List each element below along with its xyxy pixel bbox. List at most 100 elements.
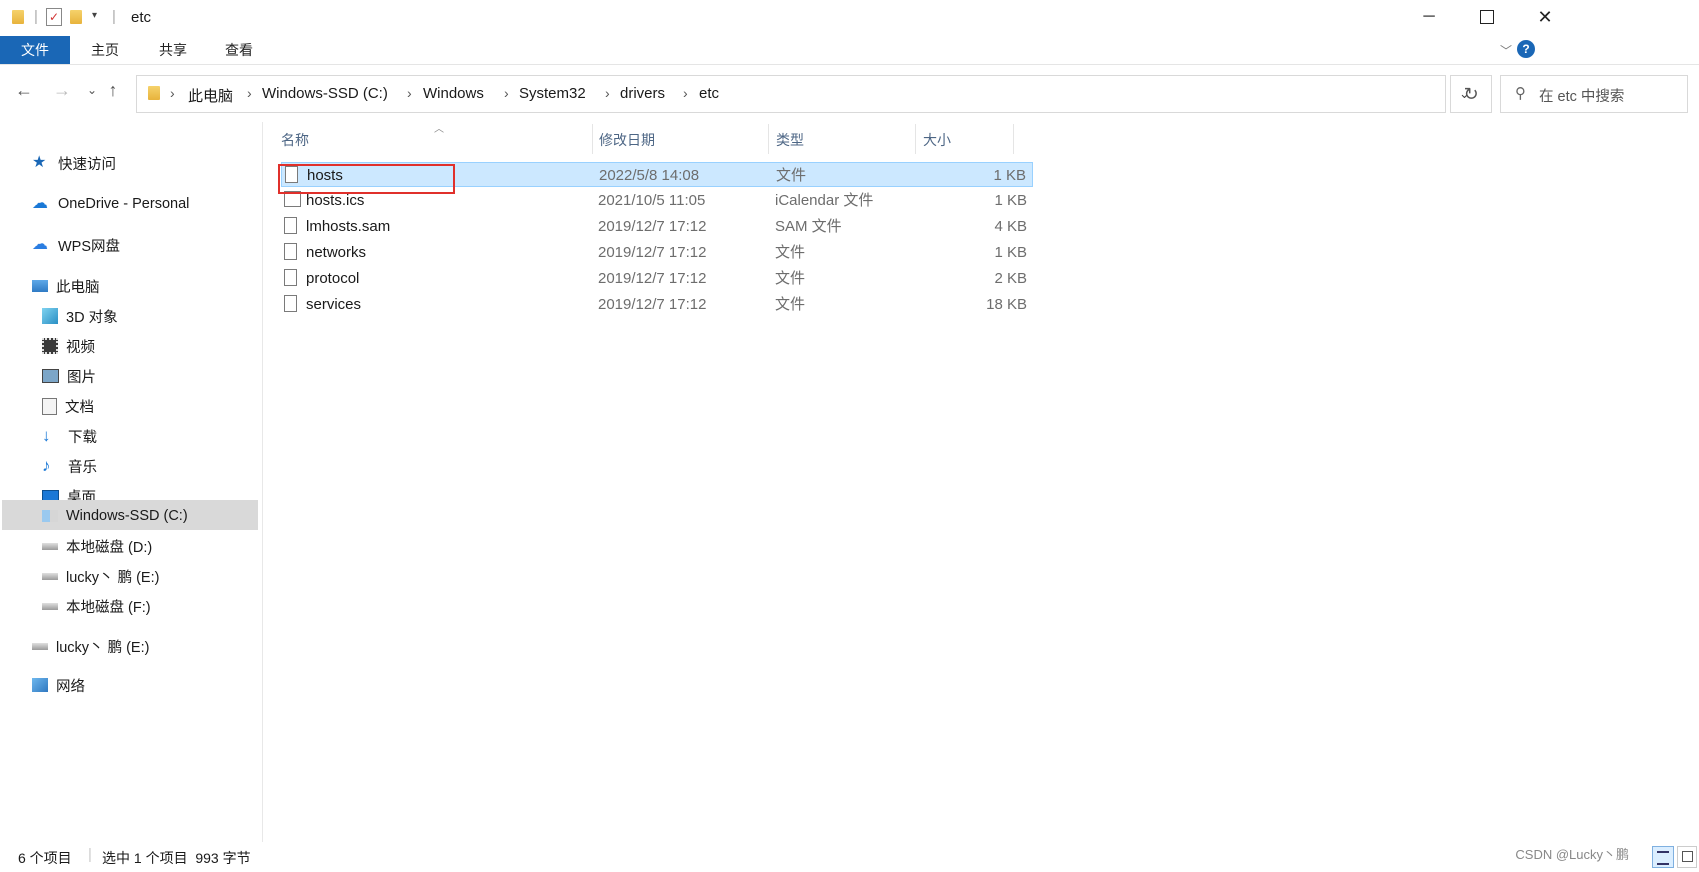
up-button[interactable]: ↑ — [101, 78, 125, 102]
nav-downloads[interactable]: ↓ 下载 — [42, 423, 97, 449]
properties-icon[interactable]: ✓ — [46, 8, 62, 26]
file-size: 1 KB — [994, 244, 1027, 261]
nav-drive-e[interactable]: lucky丶 鹏 (E:) — [42, 563, 159, 589]
file-size: 18 KB — [986, 296, 1027, 313]
tab-view[interactable]: 查看 — [214, 36, 264, 64]
file-icon — [284, 243, 297, 260]
annotation-highlight-box — [278, 164, 455, 194]
file-size: 1 KB — [994, 192, 1027, 209]
nav-quick-access[interactable]: ★ 快速访问 — [32, 150, 116, 176]
folder-icon — [148, 86, 160, 100]
chevron-right-icon[interactable]: › — [170, 85, 175, 101]
file-type: iCalendar 文件 — [775, 192, 874, 209]
refresh-icon: ↻ — [1463, 83, 1479, 104]
file-row[interactable]: networks 2019/12/7 17:12 文件 1 KB — [281, 240, 1033, 265]
search-input[interactable]: 在 etc 中搜索 — [1539, 85, 1624, 106]
nav-label: 本地磁盘 (D:) — [66, 539, 153, 556]
chevron-right-icon[interactable]: › — [407, 85, 412, 101]
column-divider[interactable] — [592, 124, 593, 154]
chevron-right-icon[interactable]: › — [605, 85, 610, 101]
file-modified: 2022/5/8 14:08 — [599, 167, 700, 184]
minimize-button[interactable]: ─ — [1400, 0, 1458, 34]
chevron-right-icon[interactable]: › — [683, 85, 688, 101]
nav-label: 图片 — [67, 369, 96, 386]
column-divider[interactable] — [915, 124, 916, 154]
new-folder-icon[interactable] — [70, 10, 82, 24]
drive-icon — [42, 602, 58, 610]
nav-label: OneDrive - Personal — [58, 196, 190, 212]
nav-label: 本地磁盘 (F:) — [66, 599, 151, 616]
search-box[interactable]: ⚲ 在 etc 中搜索 — [1500, 75, 1688, 113]
customize-toolbar-icon[interactable]: ▾ — [92, 10, 97, 21]
tab-file[interactable]: 文件 — [0, 36, 70, 64]
nav-this-pc[interactable]: 此电脑 — [32, 273, 100, 299]
separator: | — [34, 8, 38, 25]
nav-network[interactable]: 网络 — [32, 672, 85, 698]
file-row[interactable]: lmhosts.sam 2019/12/7 17:12 SAM 文件 4 KB — [281, 214, 1033, 239]
column-header-type[interactable]: 类型 — [776, 130, 804, 150]
breadcrumb-system32[interactable]: System32 — [519, 85, 586, 102]
nav-pictures[interactable]: 图片 — [42, 363, 96, 389]
column-divider[interactable] — [768, 124, 769, 154]
breadcrumb-drive-c[interactable]: Windows-SSD (C:) — [262, 85, 388, 102]
watermark: CSDN @Lucky丶鹏 — [1515, 847, 1629, 862]
drive-icon — [42, 542, 58, 550]
back-button[interactable]: ← — [12, 78, 36, 102]
file-row[interactable]: protocol 2019/12/7 17:12 文件 2 KB — [281, 266, 1033, 291]
nav-label: 此电脑 — [56, 279, 100, 296]
nav-3d-objects[interactable]: 3D 对象 — [42, 303, 118, 329]
column-header-size[interactable]: 大小 — [923, 130, 951, 150]
nav-label: 视频 — [66, 339, 95, 356]
nav-label: lucky丶 鹏 (E:) — [66, 569, 160, 586]
file-row[interactable]: services 2019/12/7 17:12 文件 18 KB — [281, 292, 1033, 317]
breadcrumb-this-pc[interactable]: 此电脑 — [188, 85, 233, 106]
nav-label: WPS网盘 — [58, 238, 121, 255]
nav-music[interactable]: ♪ 音乐 — [42, 453, 97, 479]
breadcrumb-etc[interactable]: etc — [699, 85, 719, 102]
column-header-modified[interactable]: 修改日期 — [599, 130, 655, 150]
chevron-right-icon[interactable]: › — [504, 85, 509, 101]
picture-icon — [42, 369, 59, 383]
nav-label: 文档 — [65, 399, 94, 416]
file-size: 1 KB — [993, 167, 1026, 184]
help-icon[interactable]: ? — [1517, 40, 1535, 58]
file-type: 文件 — [775, 244, 806, 261]
nav-label: 音乐 — [68, 459, 97, 476]
chevron-down-icon: ⌄ — [86, 83, 98, 97]
arrow-left-icon: ← — [15, 79, 33, 100]
large-icons-view-button[interactable] — [1677, 846, 1697, 868]
breadcrumb-drivers[interactable]: drivers — [620, 85, 665, 102]
arrow-right-icon: → — [53, 79, 71, 100]
tab-home[interactable]: 主页 — [80, 36, 130, 64]
maximize-button[interactable] — [1458, 0, 1516, 34]
file-name: lmhosts.sam — [306, 218, 391, 235]
breadcrumb-windows[interactable]: Windows — [423, 85, 484, 102]
nav-drive-f[interactable]: 本地磁盘 (F:) — [42, 593, 151, 619]
chevron-right-icon[interactable]: › — [247, 85, 252, 101]
nav-wps[interactable]: ☁ WPS网盘 — [32, 232, 120, 258]
star-icon: ★ — [32, 154, 47, 171]
details-view-button[interactable] — [1652, 846, 1674, 868]
close-button[interactable]: ✕ — [1516, 0, 1574, 34]
nav-drive-c[interactable]: Windows-SSD (C:) — [42, 503, 188, 529]
nav-onedrive[interactable]: ☁ OneDrive - Personal — [32, 191, 189, 217]
expand-ribbon-icon[interactable]: ﹀ — [1500, 42, 1512, 59]
file-type: 文件 — [775, 270, 806, 287]
nav-drive-d[interactable]: 本地磁盘 (D:) — [42, 533, 152, 559]
column-header-name[interactable]: 名称 — [281, 130, 309, 150]
nav-documents[interactable]: 文档 — [42, 393, 94, 419]
file-type: SAM 文件 — [775, 218, 842, 235]
file-icon — [284, 295, 297, 312]
nav-lucky-e[interactable]: lucky丶 鹏 (E:) — [32, 633, 149, 659]
network-icon — [32, 678, 48, 692]
nav-label: 快速访问 — [58, 156, 116, 173]
tab-share[interactable]: 共享 — [148, 36, 198, 64]
drive-icon — [42, 572, 58, 580]
forward-button[interactable]: → — [50, 78, 74, 102]
title-bar: | ✓ ▾ | etc ─ ✕ — [0, 0, 1699, 34]
large-icons-view-icon — [1682, 851, 1693, 862]
status-separator: | — [88, 846, 92, 863]
refresh-button[interactable]: ↻ — [1450, 75, 1492, 113]
column-divider[interactable] — [1013, 124, 1014, 154]
nav-videos[interactable]: 视频 — [42, 333, 95, 359]
